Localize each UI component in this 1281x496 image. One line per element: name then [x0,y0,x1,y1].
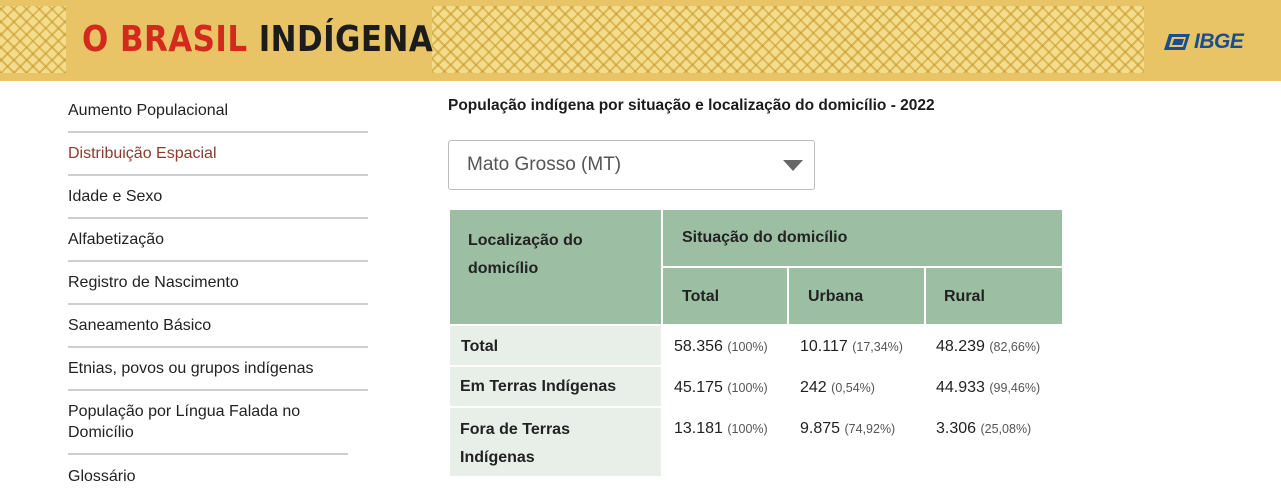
sidebar-item-alfabetizacao[interactable]: Alfabetização [68,219,368,262]
row-label: Total [461,338,499,355]
site-title-part1: O BRASIL [82,19,259,60]
cell-percent: (82,66%) [989,340,1041,354]
ibge-wordmark: IBGE [1194,30,1244,53]
site-title-part2: INDÍGENA [258,19,434,60]
column-header-total: Total [663,268,787,324]
cell-percent: (25,08%) [980,422,1032,436]
table-cell: 48.239 (82,66%) [936,338,1040,356]
site-title-logo[interactable]: O BRASIL INDÍGENA [82,18,433,62]
sidebar-item-etnias[interactable]: Etnias, povos ou grupos indígenas [68,348,368,391]
row-header-total: Total [450,326,661,365]
cell-percent: (100%) [727,381,768,395]
cell-percent: (17,34%) [852,340,903,354]
sidebar-nav: Aumento Populacional Distribuição Espaci… [68,90,368,496]
row-header-fora-de-terras: Fora de Terras Indígenas [450,408,661,476]
table-cell: 9.875 (74,92%) [800,420,895,438]
data-table: Localização do domicílio Situação do dom… [450,210,1062,476]
header-banner: O BRASIL INDÍGENA IBGE [0,0,1281,81]
cell-percent: (0,54%) [831,381,875,395]
column-header-rural: Rural [926,268,1062,324]
sidebar-item-distribuicao-espacial[interactable]: Distribuição Espacial [68,133,368,176]
decorative-pattern-right [432,6,1144,73]
cell-percent: (100%) [727,422,768,436]
cell-value: 10.117 [800,338,848,355]
column-header-label: Total [682,288,720,305]
table-group-header: Situação do domicílio [663,210,1062,266]
cell-percent: (74,92%) [844,422,896,436]
sidebar-item-registro-de-nascimento[interactable]: Registro de Nascimento [68,262,368,305]
cell-percent: (99,46%) [989,381,1041,395]
cell-value: 9.875 [800,420,841,437]
table-corner-header: Localização do domicílio [450,210,661,324]
chevron-down-icon [783,160,803,171]
decorative-pattern-left [0,6,66,73]
column-header-label: Rural [944,288,985,305]
table-cell: 13.181 (100%) [674,420,768,438]
ibge-logo[interactable]: IBGE [1163,30,1244,54]
column-header-urbana: Urbana [789,268,924,324]
cell-value: 44.933 [936,379,985,396]
cell-percent: (100%) [727,340,768,354]
cell-value: 3.306 [936,420,977,437]
corner-header-label: Localização do domicílio [468,232,583,277]
row-label: Em Terras Indígenas [460,378,617,395]
sidebar-item-idade-e-sexo[interactable]: Idade e Sexo [68,176,368,219]
ibge-emblem-icon [1164,34,1190,50]
table-cell: 3.306 (25,08%) [936,420,1031,438]
cell-value: 242 [800,379,827,396]
sidebar-item-lingua-falada[interactable]: População por Língua Falada no Domicílio [68,391,348,455]
sidebar-item-saneamento-basico[interactable]: Saneamento Básico [68,305,368,348]
table-cell: 58.356 (100%) [674,338,768,356]
cell-value: 58.356 [674,338,723,355]
row-label: Fora de Terras Indígenas [460,421,570,466]
sidebar-item-aumento-populacional[interactable]: Aumento Populacional [68,90,368,133]
page-title: População indígena por situação e locali… [448,97,935,114]
table-cell: 10.117 (17,34%) [800,338,903,356]
sidebar-item-glossario[interactable]: Glossário [68,455,368,496]
cell-value: 45.175 [674,379,723,396]
state-select[interactable]: Mato Grosso (MT) [448,140,815,190]
column-header-label: Urbana [808,288,864,305]
state-select-value: Mato Grosso (MT) [467,154,622,175]
cell-value: 48.239 [936,338,985,355]
table-cell: 44.933 (99,46%) [936,379,1040,397]
table-cell: 45.175 (100%) [674,379,768,397]
group-header-label: Situação do domicílio [682,229,848,246]
cell-value: 13.181 [674,420,723,437]
row-header-em-terras: Em Terras Indígenas [450,367,661,406]
table-cell: 242 (0,54%) [800,379,875,397]
